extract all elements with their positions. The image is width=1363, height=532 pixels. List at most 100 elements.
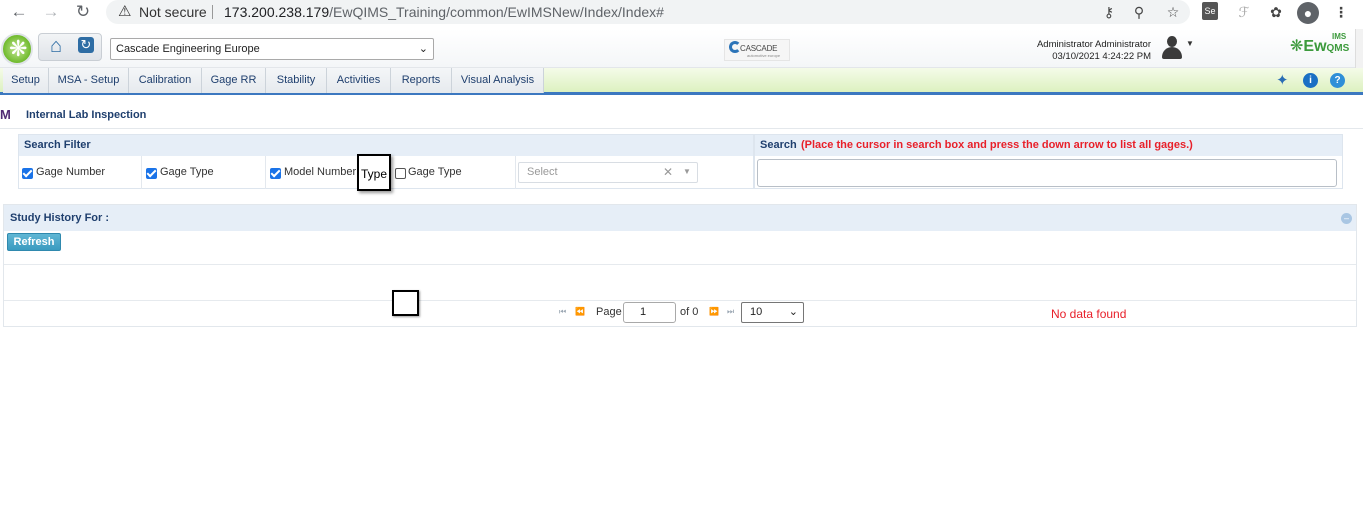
study-history-title: Study History For : (10, 212, 110, 224)
collapse-icon[interactable]: – (1341, 213, 1352, 224)
type-tooltip: Type (357, 154, 391, 191)
selenium-extension-icon[interactable]: Se (1202, 2, 1218, 20)
home-icon[interactable]: ⌂ (50, 35, 62, 58)
menu-gage-rr[interactable]: Gage RR (202, 68, 266, 93)
menu-calibration[interactable]: Calibration (129, 68, 202, 93)
gage-type-label: Gage Type (160, 166, 214, 178)
module-icon: M (0, 107, 11, 122)
no-data-message: No data found (1051, 307, 1127, 321)
menu-reports[interactable]: Reports (391, 68, 452, 93)
app-header: ❋ ⌂ ↻ Cascade Engineering Europe ⌄ CASCA… (0, 29, 1363, 68)
extensions-puzzle-icon[interactable]: ✿ (1266, 2, 1286, 22)
url-path: /EwQIMS_Training/common/EwIMSNew/Index/I… (329, 4, 664, 20)
search-panel: Search (Place the cursor in search box a… (754, 134, 1343, 189)
filter-cell-divider (265, 156, 266, 189)
next-page-icon[interactable]: ⏩ (709, 307, 719, 316)
gage-type-select[interactable]: Select ✕ ▼ (518, 162, 698, 183)
grid-footer-divider (4, 300, 1356, 301)
chevron-down-icon: ⌄ (418, 43, 428, 55)
not-secure-label: Not secure (139, 4, 207, 20)
menu-stability[interactable]: Stability (266, 68, 327, 93)
warning-triangle-icon: ⚠ (118, 3, 132, 20)
gage-type-filter-checkbox[interactable] (395, 168, 406, 179)
reload-icon[interactable]: ↻ (72, 1, 94, 23)
menu-msa-setup[interactable]: MSA - Setup (49, 68, 129, 93)
model-number-checkbox[interactable] (270, 168, 281, 179)
first-page-icon[interactable]: ⏮ (559, 307, 566, 317)
search-header: Search (Place the cursor in search box a… (755, 135, 1342, 156)
star-icon[interactable]: ☆ (1164, 3, 1182, 21)
home-toolbar: ⌂ ↻ (38, 33, 102, 61)
gage-number-label: Gage Number (36, 166, 106, 178)
organization-select[interactable]: Cascade Engineering Europe ⌄ (110, 38, 434, 60)
url-text[interactable]: 173.200.238.179/EwQIMS_Training/common/E… (224, 4, 664, 20)
current-datetime: 03/10/2021 4:24:22 PM (1052, 51, 1151, 62)
clear-x-icon[interactable]: ✕ (663, 165, 673, 179)
grid-header-divider (4, 264, 1356, 265)
page-count-label: of 0 (680, 306, 699, 318)
url-host: 173.200.238.179 (224, 4, 330, 20)
study-history-panel: Study History For : – Refresh ⏮ ⏪ Page 1… (3, 204, 1357, 327)
gage-search-input[interactable] (757, 159, 1337, 187)
translate-extension-icon[interactable]: ℱ (1234, 2, 1254, 22)
refresh-button[interactable]: Refresh (7, 233, 61, 251)
user-avatar-icon[interactable] (1160, 35, 1184, 59)
logo-star-icon: ❋ (9, 36, 28, 61)
menu-activities[interactable]: Activities (327, 68, 391, 93)
cursor-highlight (392, 290, 419, 316)
search-title: Search (760, 139, 797, 151)
refresh-page-icon[interactable]: ↻ (78, 37, 94, 53)
breadcrumb-divider (0, 128, 1363, 129)
brand-ims: IMS (1332, 32, 1347, 41)
profile-icon[interactable]: ● (1297, 2, 1319, 24)
page-size-value: 10 (750, 306, 763, 318)
gage-type-filter-label: Gage Type (408, 166, 462, 178)
avatar-head (1167, 36, 1177, 47)
dropdown-arrow-icon[interactable]: ▼ (683, 167, 691, 176)
customer-logo: CASCADE automotive europe (724, 39, 790, 61)
pin-icon[interactable]: ✦ (1276, 71, 1289, 89)
info-icon[interactable]: i (1303, 73, 1318, 88)
gage-type-select-placeholder: Select (527, 166, 558, 178)
last-page-icon[interactable]: ⏭ (727, 307, 734, 317)
forward-arrow-icon[interactable]: → (40, 1, 62, 23)
page-title: Internal Lab Inspection (26, 109, 147, 121)
model-number-label: Model Number (284, 166, 357, 178)
page-number-input[interactable]: 1 (623, 302, 676, 323)
back-arrow-icon[interactable]: ← (8, 1, 30, 23)
search-hint: (Place the cursor in search box and pres… (801, 139, 1193, 151)
search-filter-title: Search Filter (24, 139, 91, 151)
address-divider (212, 5, 213, 19)
user-menu-caret-icon[interactable]: ▼ (1186, 39, 1194, 48)
customer-logo-text: CASCADE (740, 44, 778, 53)
brand-star-icon: ❋ (1290, 38, 1304, 55)
customer-logo-subtext: automotive europe (747, 53, 781, 58)
header-side-tab (1355, 29, 1363, 68)
study-history-header: Study History For : – (4, 205, 1356, 231)
browser-toolbar: ← → ↻ ⚠ Not secure 173.200.238.179/EwQIM… (0, 0, 1363, 25)
gage-number-checkbox[interactable] (22, 168, 33, 179)
help-icon[interactable]: ? (1330, 73, 1345, 88)
user-name: Administrator Administrator (1036, 39, 1151, 50)
menu-setup[interactable]: Setup (3, 68, 49, 93)
menu-visual-analysis[interactable]: Visual Analysis (452, 68, 544, 93)
brand-text: Ew (1303, 38, 1327, 55)
zoom-icon[interactable]: ⚲ (1130, 3, 1148, 21)
more-menu-icon[interactable]: ⋮ (1331, 2, 1351, 22)
page-size-select[interactable]: 10 ⌄ (741, 302, 804, 323)
avatar-body (1162, 47, 1182, 59)
filter-cell-divider (141, 156, 142, 189)
address-bar[interactable]: ⚠ Not secure 173.200.238.179/EwQIMS_Trai… (106, 0, 1190, 24)
main-menu-bar: Setup MSA - Setup Calibration Gage RR St… (0, 68, 1363, 95)
page-label: Page (596, 306, 622, 318)
prev-page-icon[interactable]: ⏪ (575, 307, 585, 316)
app-logo: ❋ (1, 33, 33, 65)
filter-cell-divider (515, 156, 516, 189)
search-filter-header: Search Filter (19, 135, 753, 156)
brand-suffix: QMS (1326, 43, 1350, 54)
chevron-down-icon: ⌄ (788, 306, 798, 318)
brand-logo: ❋EwQMS IMS (1290, 32, 1350, 56)
organization-selected-value: Cascade Engineering Europe (116, 43, 260, 55)
gage-type-checkbox[interactable] (146, 168, 157, 179)
key-icon[interactable]: ⚷ (1100, 3, 1118, 21)
